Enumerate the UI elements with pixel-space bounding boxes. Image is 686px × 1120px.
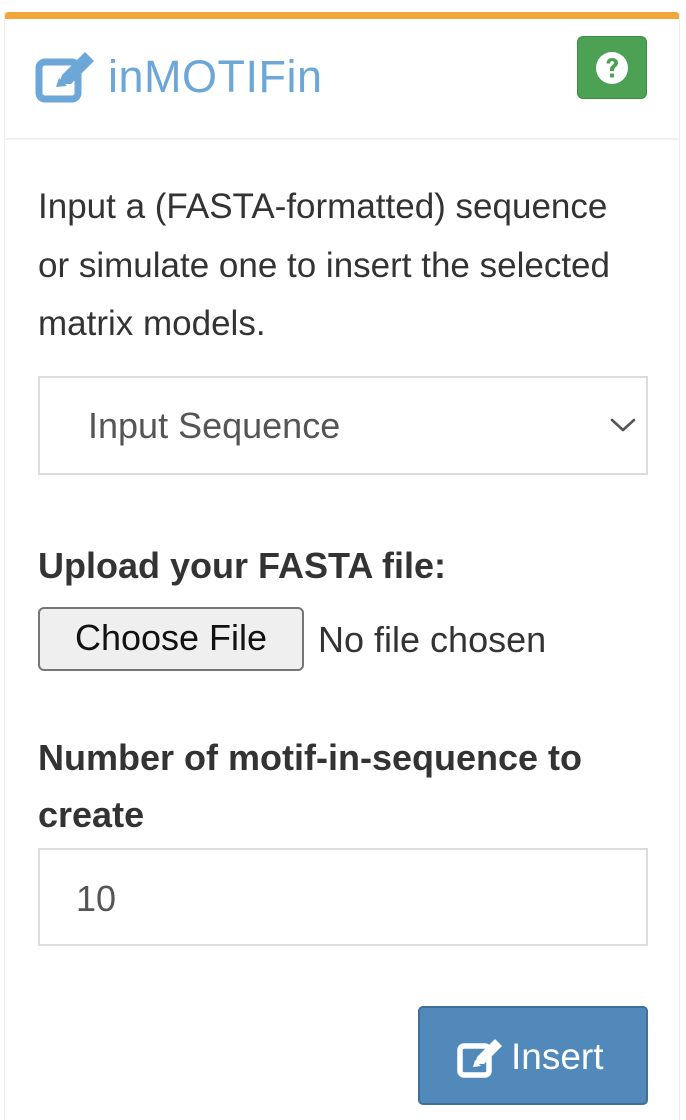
file-status-text: No file chosen — [318, 619, 547, 660]
panel-description: Input a (FASTA-formatted) sequence or si… — [38, 187, 610, 343]
panel-header: inMOTIFin — [5, 19, 679, 140]
insert-button-label: Insert — [511, 1036, 604, 1077]
help-button[interactable] — [577, 36, 647, 99]
edit-square-icon — [457, 1039, 502, 1078]
choose-file-button[interactable]: Choose File — [38, 607, 304, 671]
motif-count-label: Number of motif-in-sequence to create — [38, 737, 583, 835]
question-circle-icon — [596, 51, 628, 84]
motif-count-input[interactable]: 10 — [38, 848, 648, 946]
motif-count-value: 10 — [76, 878, 117, 919]
panel-top-accent — [5, 12, 679, 19]
upload-fasta-label: Upload your FASTA file: — [38, 545, 447, 586]
edit-square-icon — [35, 52, 94, 103]
sequence-source-value: Input Sequence — [88, 405, 341, 446]
chevron-down-icon — [610, 418, 636, 432]
insert-motif-panel: inMOTIFin Input a (FASTA-formatted) sequ… — [4, 12, 680, 1120]
sequence-source-select[interactable]: Input Sequence — [38, 376, 648, 475]
insert-button[interactable]: Insert — [418, 1006, 648, 1105]
panel-title: inMOTIFin — [108, 51, 323, 102]
